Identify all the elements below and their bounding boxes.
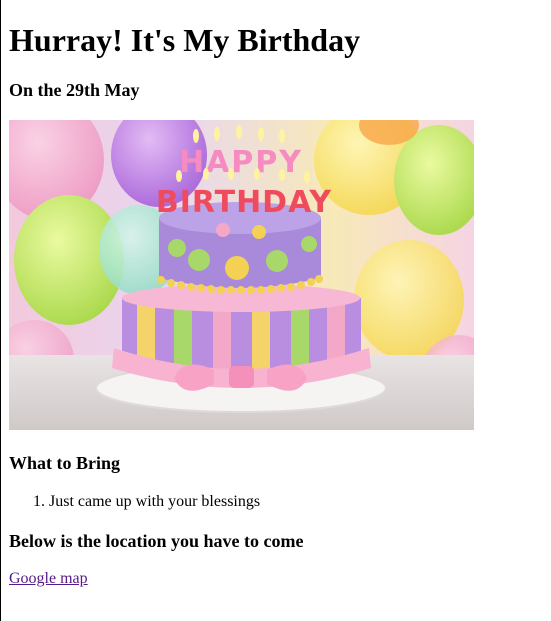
window-left-border (0, 0, 1, 621)
google-map-link[interactable]: Google map (9, 569, 88, 589)
what-to-bring-heading: What to Bring (9, 453, 121, 473)
page-title: Hurray! It's My Birthday (9, 22, 361, 58)
location-heading: Below is the location you have to come (9, 531, 304, 551)
bring-list: Just came up with your blessings (9, 492, 260, 512)
candle-text-birthday: BIRTHDAY (156, 185, 333, 220)
list-item: Just came up with your blessings (49, 492, 260, 512)
birthday-cake-image: HAPPY BIRTHDAY (9, 120, 474, 430)
date-subtitle: On the 29th May (9, 80, 140, 100)
